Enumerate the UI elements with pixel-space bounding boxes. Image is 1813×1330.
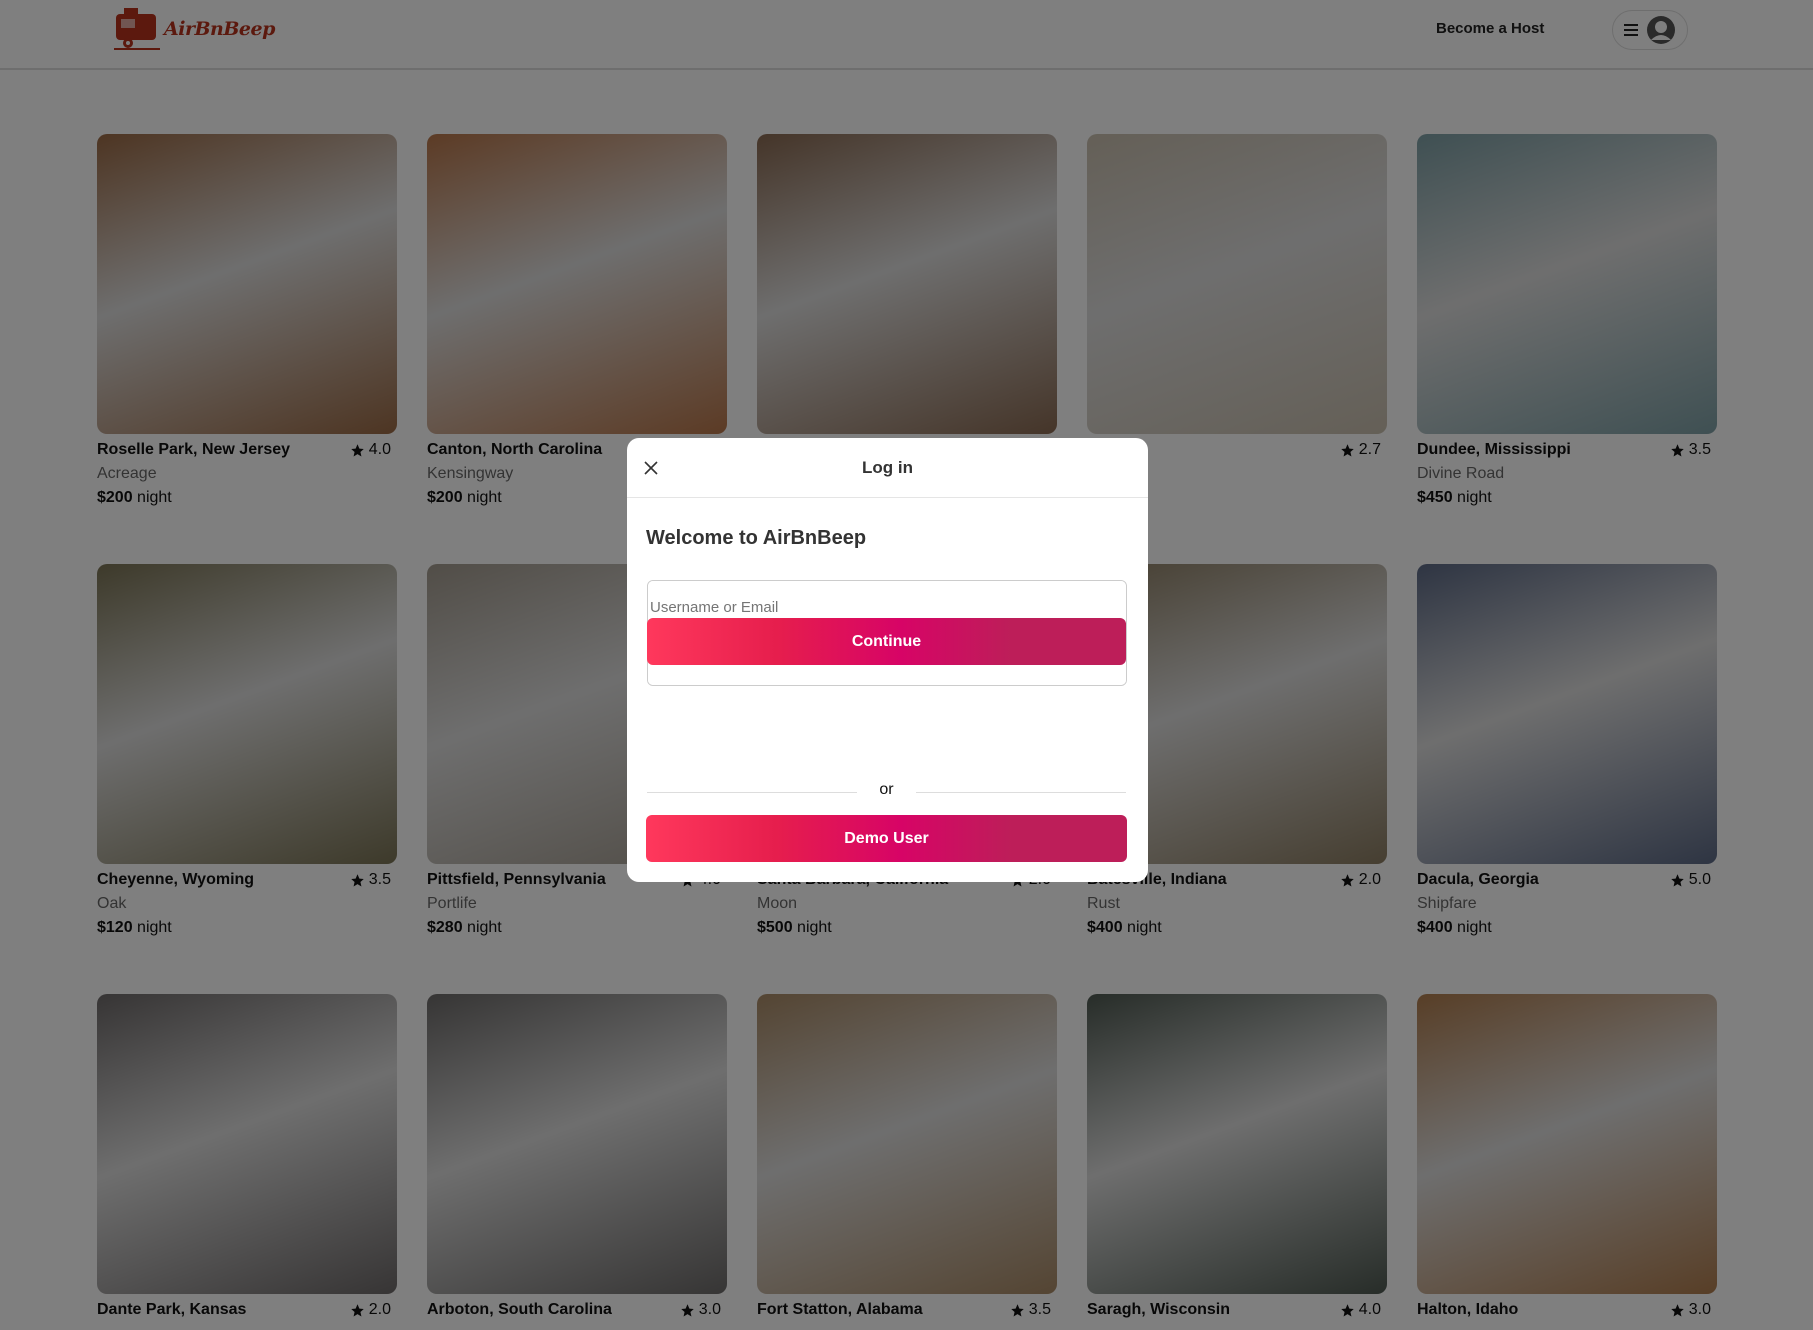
demo-user-button[interactable]: Demo User — [646, 815, 1127, 862]
modal-title: Log in — [862, 458, 913, 477]
continue-button[interactable]: Continue — [647, 618, 1126, 665]
login-modal: Log in Welcome to AirBnBeep Continue or … — [627, 438, 1148, 882]
modal-header: Log in — [627, 438, 1148, 498]
or-divider: or — [647, 781, 1126, 801]
welcome-heading: Welcome to AirBnBeep — [646, 527, 867, 549]
or-label: or — [879, 781, 894, 798]
